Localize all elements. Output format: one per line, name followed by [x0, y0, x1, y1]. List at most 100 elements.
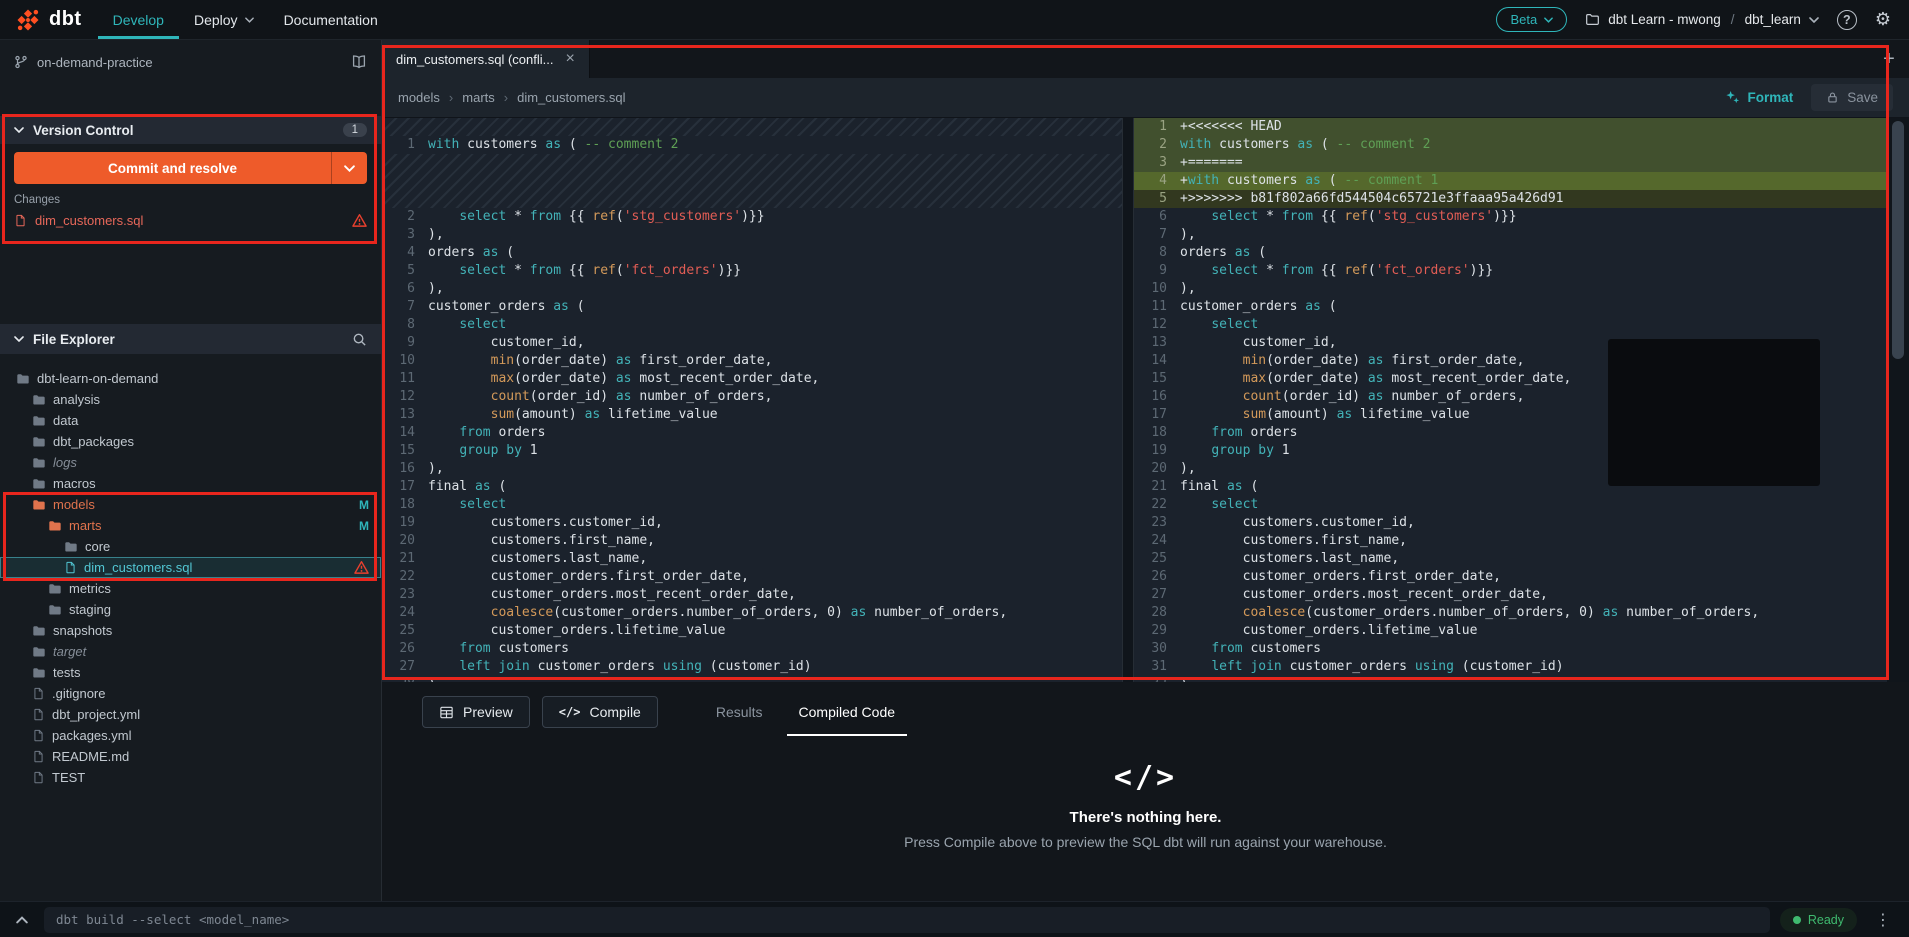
- tree-item-data[interactable]: data: [0, 410, 381, 431]
- tab-dim-customers-sql[interactable]: dim_customers.sql (confli... ×: [382, 40, 590, 78]
- tree-item-dim-customers-sql[interactable]: dim_customers.sql: [0, 557, 381, 578]
- nav-documentation[interactable]: Documentation: [269, 0, 393, 39]
- tree-item-analysis[interactable]: analysis: [0, 389, 381, 410]
- gear-icon[interactable]: ⚙: [1875, 10, 1891, 29]
- code-line-24[interactable]: 24 coalesce(customer_orders.number_of_or…: [382, 604, 1122, 622]
- preview-button[interactable]: Preview: [422, 696, 530, 728]
- kebab-menu-icon[interactable]: ⋮: [1867, 910, 1899, 929]
- code-line-3[interactable]: 3 +=======: [1134, 154, 1887, 172]
- tree-item-dbt-learn-on-demand[interactable]: dbt-learn-on-demand: [0, 368, 381, 389]
- code-line-23[interactable]: 23 customer_orders.most_recent_order_dat…: [382, 586, 1122, 604]
- code-line-11[interactable]: 11 customer_orders as (: [1134, 298, 1887, 316]
- code-line-32[interactable]: 32): [1134, 676, 1887, 682]
- code-line-4[interactable]: 4 orders as (: [382, 244, 1122, 262]
- breadcrumb-dim-customers-sql[interactable]: dim_customers.sql: [517, 90, 625, 105]
- code-line-23[interactable]: 23 customers.customer_id,: [1134, 514, 1887, 532]
- code-line-17[interactable]: 17 final as (: [382, 478, 1122, 496]
- code-line-15[interactable]: 15 group by 1: [382, 442, 1122, 460]
- command-input[interactable]: dbt build --select <model_name>: [44, 906, 1770, 933]
- new-tab-button[interactable]: +: [1869, 40, 1909, 78]
- editor-pane-current[interactable]: 1 with customers as ( -- comment 2 2 selec…: [382, 118, 1122, 682]
- search-icon[interactable]: [352, 332, 367, 347]
- changed-file-dim-customers-sql[interactable]: dim_customers.sql: [0, 208, 381, 232]
- close-icon[interactable]: ×: [566, 51, 575, 67]
- beta-badge[interactable]: Beta: [1496, 7, 1568, 32]
- code-line-1[interactable]: 1 +<<<<<<< HEAD: [1134, 118, 1887, 136]
- code-line-5[interactable]: 5 +>>>>>>> b81f802a66fd544504c65721e3ffaa…: [1134, 190, 1887, 208]
- tree-item-snapshots[interactable]: snapshots: [0, 620, 381, 641]
- code-line-2[interactable]: 2 select * from {{ ref('stg_customers')}…: [382, 208, 1122, 226]
- chevron-up-icon[interactable]: [10, 915, 34, 924]
- tree-item-dbt-project-yml[interactable]: dbt_project.yml: [0, 704, 381, 725]
- tree-item-readme-md[interactable]: README.md: [0, 746, 381, 767]
- code-line-12[interactable]: 12 count(order_id) as number_of_orders,: [382, 388, 1122, 406]
- code-line-14[interactable]: 14 from orders: [382, 424, 1122, 442]
- pane-divider[interactable]: [1122, 118, 1134, 682]
- code-line-16[interactable]: 16),: [382, 460, 1122, 478]
- dbt-logo[interactable]: dbt: [0, 0, 98, 39]
- code-line-8[interactable]: 8 orders as (: [1134, 244, 1887, 262]
- project-selector[interactable]: dbt Learn - mwong / dbt_learn: [1585, 12, 1819, 27]
- tree-item-logs[interactable]: logs: [0, 452, 381, 473]
- code-line-26[interactable]: 26 customer_orders.first_order_date,: [1134, 568, 1887, 586]
- code-line-9[interactable]: 9 customer_id,: [382, 334, 1122, 352]
- tree-item-models[interactable]: models M: [0, 494, 381, 515]
- code-line-26[interactable]: 26 from customers: [382, 640, 1122, 658]
- code-line-27[interactable]: 27 customer_orders.most_recent_order_dat…: [1134, 586, 1887, 604]
- code-line-22[interactable]: 22 select: [1134, 496, 1887, 514]
- code-line-7[interactable]: 7 customer_orders as (: [382, 298, 1122, 316]
- code-line-25[interactable]: 25 customers.last_name,: [1134, 550, 1887, 568]
- tree-item-test[interactable]: TEST: [0, 767, 381, 788]
- tree-item-gitignore[interactable]: .gitignore: [0, 683, 381, 704]
- code-line-5[interactable]: 5 select * from {{ ref('fct_orders')}}: [382, 262, 1122, 280]
- help-icon[interactable]: ?: [1836, 9, 1857, 30]
- code-line-22[interactable]: 22 customer_orders.first_order_date,: [382, 568, 1122, 586]
- code-line-4[interactable]: 4 +with customers as ( -- comment 1: [1134, 172, 1887, 190]
- code-line-9[interactable]: 9 select * from {{ ref('fct_orders')}}: [1134, 262, 1887, 280]
- tree-item-core[interactable]: core: [0, 536, 381, 557]
- code-line-2[interactable]: 2 with customers as ( -- comment 2: [1134, 136, 1887, 154]
- tree-item-marts[interactable]: marts M: [0, 515, 381, 536]
- scrollbar-thumb[interactable]: [1892, 121, 1904, 359]
- code-line-19[interactable]: 19 customers.customer_id,: [382, 514, 1122, 532]
- editor-scrollbar[interactable]: [1887, 118, 1909, 682]
- code-line-10[interactable]: 10 min(order_date) as first_order_date,: [382, 352, 1122, 370]
- tree-item-staging[interactable]: staging: [0, 599, 381, 620]
- code-line-8[interactable]: 8 select: [382, 316, 1122, 334]
- code-line-30[interactable]: 30 from customers: [1134, 640, 1887, 658]
- tree-item-tests[interactable]: tests: [0, 662, 381, 683]
- code-line-3[interactable]: 3),: [382, 226, 1122, 244]
- code-line-6[interactable]: 6),: [382, 280, 1122, 298]
- code-line-1[interactable]: 1 with customers as ( -- comment 2: [382, 136, 1122, 154]
- code-line-21[interactable]: 21 customers.last_name,: [382, 550, 1122, 568]
- code-line-20[interactable]: 20 customers.first_name,: [382, 532, 1122, 550]
- tab-compiled-code[interactable]: Compiled Code: [781, 692, 914, 736]
- editor-pane-incoming[interactable]: 1 +<<<<<<< HEAD 2 with customers as ( -- co…: [1134, 118, 1887, 682]
- save-button[interactable]: Save: [1811, 84, 1893, 111]
- tree-item-target[interactable]: target: [0, 641, 381, 662]
- code-line-18[interactable]: 18 select: [382, 496, 1122, 514]
- code-line-10[interactable]: 10),: [1134, 280, 1887, 298]
- tree-item-macros[interactable]: macros: [0, 473, 381, 494]
- code-line-11[interactable]: 11 max(order_date) as most_recent_order_…: [382, 370, 1122, 388]
- code-line-31[interactable]: 31 left join customer_orders using (cust…: [1134, 658, 1887, 676]
- code-line-24[interactable]: 24 customers.first_name,: [1134, 532, 1887, 550]
- code-line-7[interactable]: 7),: [1134, 226, 1887, 244]
- tab-results[interactable]: Results: [698, 692, 781, 732]
- code-line-13[interactable]: 13 sum(amount) as lifetime_value: [382, 406, 1122, 424]
- version-control-header[interactable]: Version Control 1: [0, 116, 381, 144]
- branch-selector[interactable]: on-demand-practice: [0, 40, 381, 84]
- tree-item-dbt-packages[interactable]: dbt_packages: [0, 431, 381, 452]
- format-button[interactable]: Format: [1725, 90, 1793, 105]
- nav-develop[interactable]: Develop: [98, 0, 179, 39]
- compile-button[interactable]: </> Compile: [541, 696, 658, 728]
- file-explorer-header[interactable]: File Explorer: [0, 324, 381, 354]
- breadcrumb-models[interactable]: models: [398, 90, 440, 105]
- code-line-6[interactable]: 6 select * from {{ ref('stg_customers')}…: [1134, 208, 1887, 226]
- code-line-12[interactable]: 12 select: [1134, 316, 1887, 334]
- code-line-27[interactable]: 27 left join customer_orders using (cust…: [382, 658, 1122, 676]
- code-line-28[interactable]: 28): [382, 676, 1122, 682]
- commit-and-resolve-button[interactable]: Commit and resolve: [14, 152, 367, 184]
- breadcrumb-marts[interactable]: marts: [462, 90, 495, 105]
- code-line-25[interactable]: 25 customer_orders.lifetime_value: [382, 622, 1122, 640]
